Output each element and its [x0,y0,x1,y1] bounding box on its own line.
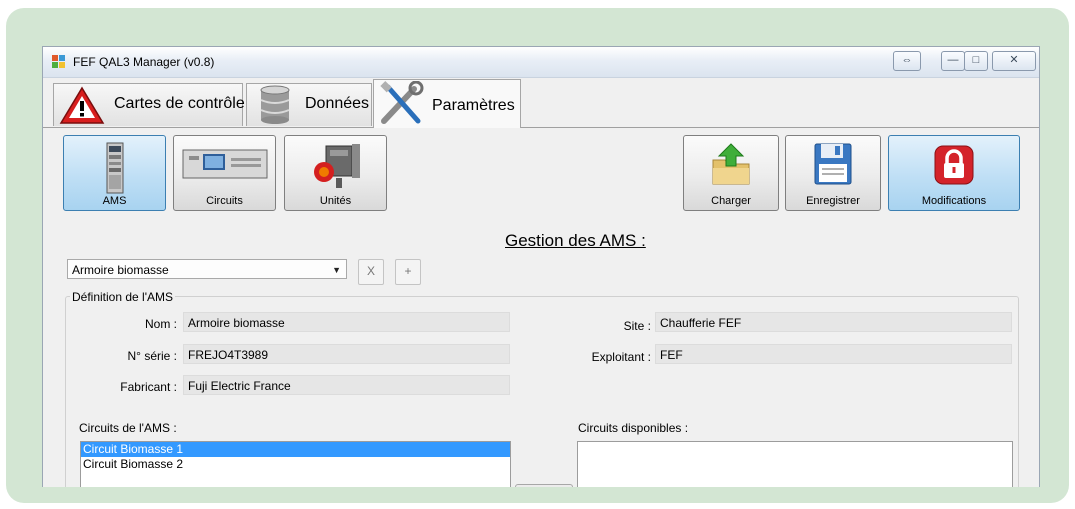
close-button[interactable]: ✕ [992,51,1036,71]
database-icon [260,85,290,124]
modifications-button-label: Modifications [921,195,987,207]
circuits-disponibles-label: Circuits disponibles : [578,421,689,435]
fabricant-field: Fuji Electric France [183,375,510,395]
ams-selector[interactable]: Armoire biomasse ▼ [67,259,347,279]
move-circuit-button[interactable] [515,484,573,487]
circuits-button-label: Circuits [206,195,243,207]
ams-button-label: AMS [102,195,127,207]
enregistrer-button[interactable]: Enregistrer [785,135,881,211]
circuits-ams-label: Circuits de l'AMS : [79,421,177,435]
ams-selector-value: Armoire biomasse [72,263,169,277]
analyzer-icon [182,149,267,179]
tab-cartes-de-controle[interactable]: Cartes de contrôle [53,83,245,126]
charger-button[interactable]: Charger [683,135,779,211]
tab-donnees[interactable]: Données [246,83,372,126]
title-bar: FEF QAL3 Manager (v0.8) ⇔ — □ ✕ [43,47,1039,78]
enregistrer-button-label: Enregistrer [806,195,860,207]
list-item[interactable]: Circuit Biomasse 1 [81,442,510,457]
serie-label: N° série : [127,349,177,363]
tab-parametres[interactable]: Paramètres [373,79,521,128]
circuits-ams-list[interactable]: Circuit Biomasse 1 Circuit Biomasse 2 [80,441,511,487]
warning-icon [59,86,105,124]
tab-donnees-label: Données [305,95,370,112]
chevron-down-icon[interactable]: ▼ [332,260,341,280]
add-ams-button[interactable]: + [395,259,421,285]
ams-cabinet-icon [106,142,123,194]
charger-button-label: Charger [711,195,751,207]
site-label: Site : [623,319,651,333]
section-title: Gestion des AMS : [505,231,646,250]
nom-label: Nom : [144,317,177,331]
unites-button-label: Unités [319,195,352,207]
exploitant-field: FEF [655,344,1012,364]
maximize-button[interactable]: □ [964,51,988,71]
minimize-button[interactable]: — [941,51,965,71]
boiler-icon [313,144,360,188]
unites-button[interactable]: Unités [284,135,387,211]
nom-field: Armoire biomasse [183,312,510,332]
tab-cartes-label: Cartes de contrôle [114,95,245,112]
lock-icon [934,145,974,185]
window-extra-button[interactable]: ⇔ [893,51,921,71]
app-window: FEF QAL3 Manager (v0.8) ⇔ — □ ✕ Cartes d… [42,46,1040,487]
window-title: FEF QAL3 Manager (v0.8) [73,55,215,69]
folder-open-icon [712,143,750,185]
tab-strip: Cartes de contrôle Données Paramètres [43,77,1039,128]
serie-field: FREJO4T3989 [183,344,510,364]
floppy-save-icon [814,143,852,185]
fabricant-label: Fabricant : [120,380,177,394]
site-field: Chaufferie FEF [655,312,1012,332]
ams-definition-legend: Définition de l'AMS [70,290,176,304]
modifications-button[interactable]: Modifications [888,135,1020,211]
list-item[interactable]: Circuit Biomasse 2 [81,457,510,472]
exploitant-label: Exploitant : [591,350,651,364]
circuits-button[interactable]: Circuits [173,135,276,211]
delete-ams-button[interactable]: X [358,259,384,285]
app-icon [52,55,66,69]
circuits-disponibles-list[interactable] [577,441,1013,487]
ams-button[interactable]: AMS [63,135,166,211]
tools-icon [380,81,424,124]
tab-parametres-label: Paramètres [432,97,515,114]
